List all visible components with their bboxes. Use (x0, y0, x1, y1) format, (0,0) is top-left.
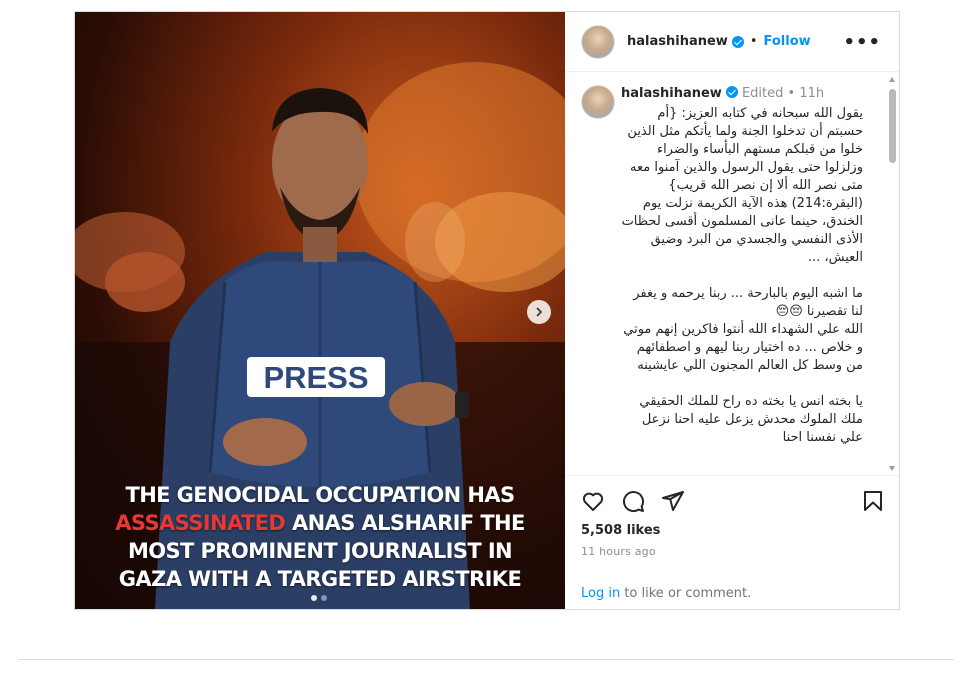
scroll-down-arrow[interactable] (889, 466, 895, 471)
caption-age: 11h (799, 86, 825, 101)
press-patch-text: PRESS (263, 360, 368, 395)
overlay-line-2-rest: ANAS ALSHARIF THE (285, 511, 525, 535)
carousel-dot (321, 595, 327, 601)
overlay-line-4: GAZA WITH A TARGETED AIRSTRIKE (118, 567, 522, 591)
media-overlay-text: THE GENOCIDAL OCCUPATION HAS ASSASSINATE… (75, 481, 565, 593)
caption-paragraph: ما اشبه اليوم بالبارحة ... ربنا يرحمه و … (623, 286, 863, 373)
login-prompt-text: to like or comment. (620, 586, 752, 601)
login-link[interactable]: Log in (581, 586, 620, 601)
carousel-dots (311, 595, 327, 601)
caption-meta: halashihanew Edited • 11h (621, 86, 824, 101)
comments-scrollbar[interactable] (889, 73, 896, 475)
caption-paragraph: يا بخته انس يا بخته ده راح للملك الحقيقي… (639, 394, 863, 445)
likes-count[interactable]: 5,508 likes (581, 523, 660, 538)
more-options-icon[interactable]: ••• (843, 32, 881, 53)
edited-label: Edited (741, 86, 784, 101)
next-slide-icon (536, 307, 543, 317)
share-icon[interactable] (661, 489, 685, 513)
login-prompt: Log in to like or comment. (581, 586, 751, 601)
bookmark-icon[interactable] (861, 489, 885, 513)
avatar[interactable] (581, 24, 615, 59)
username-link[interactable]: halashihanew (627, 34, 728, 49)
overlay-line-2: ASSASSINATED ANAS ALSHARIF THE (75, 509, 565, 537)
follow-button[interactable]: Follow (764, 34, 811, 49)
heart-icon[interactable] (581, 489, 605, 513)
action-bar (581, 489, 885, 517)
carousel-dot (311, 595, 317, 601)
comment-icon[interactable] (621, 489, 645, 513)
verified-badge-icon (731, 35, 744, 48)
overlay-line-3: MOST PROMINENT JOURNALIST IN (127, 539, 513, 563)
caption-text: يقول الله سبحانه في كتابه العزيز: {أم حس… (621, 105, 863, 465)
post-time[interactable]: 11 hours ago (581, 545, 656, 558)
page-divider (18, 659, 954, 660)
post-header: halashihanew • Follow ••• (565, 12, 899, 72)
caption-paragraph: يقول الله سبحانه في كتابه العزيز: {أم حس… (621, 106, 863, 265)
separator-dot: • (787, 86, 796, 101)
separator-dot: • (749, 34, 758, 49)
scroll-up-arrow[interactable] (889, 77, 895, 82)
caption-username-link[interactable]: halashihanew (621, 86, 722, 101)
comments-area[interactable]: halashihanew Edited • 11h يقول الله سبحا… (565, 73, 899, 476)
overlay-line-1: THE GENOCIDAL OCCUPATION HAS (125, 483, 515, 507)
instagram-post: PRESS THE GENOCIDAL OCCUPATION HAS ASSAS… (74, 11, 900, 610)
post-media[interactable]: PRESS THE GENOCIDAL OCCUPATION HAS ASSAS… (75, 12, 565, 609)
next-slide-button[interactable] (527, 300, 551, 324)
caption-avatar[interactable] (581, 85, 615, 119)
overlay-red-word: ASSASSINATED (115, 511, 286, 535)
verified-badge-icon (725, 86, 738, 98)
post-side-panel: halashihanew • Follow ••• halashihanew E… (565, 12, 899, 609)
scroll-thumb[interactable] (889, 89, 896, 163)
